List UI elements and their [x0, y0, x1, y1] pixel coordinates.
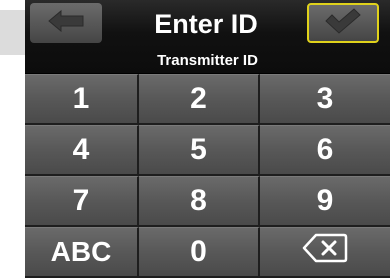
- page-subtitle: Transmitter ID: [157, 51, 258, 69]
- key-4[interactable]: 4: [25, 125, 139, 176]
- key-abc[interactable]: ABC: [25, 227, 139, 278]
- numeric-keypad: 1 2 3 4 5 6 7 8 9 ABC 0: [25, 74, 390, 278]
- key-9[interactable]: 9: [260, 176, 390, 227]
- checkmark-icon: [322, 7, 364, 40]
- key-7[interactable]: 7: [25, 176, 139, 227]
- backspace-icon: [302, 233, 348, 271]
- page-title: Enter ID: [154, 8, 258, 39]
- key-6[interactable]: 6: [260, 125, 390, 176]
- confirm-button[interactable]: [307, 3, 379, 43]
- back-button[interactable]: [30, 3, 102, 43]
- key-8[interactable]: 8: [139, 176, 260, 227]
- arrow-left-icon: [46, 9, 86, 38]
- key-1[interactable]: 1: [25, 74, 139, 125]
- delete-key[interactable]: [260, 227, 390, 278]
- header-bar: Enter ID Transmitter ID: [25, 0, 390, 73]
- key-3[interactable]: 3: [260, 74, 390, 125]
- id-entry-screen: Enter ID Transmitter ID 1 2 3 4 5 6 7 8 …: [25, 0, 390, 278]
- key-2[interactable]: 2: [139, 74, 260, 125]
- side-tab: [0, 10, 25, 55]
- key-0[interactable]: 0: [139, 227, 260, 278]
- key-5[interactable]: 5: [139, 125, 260, 176]
